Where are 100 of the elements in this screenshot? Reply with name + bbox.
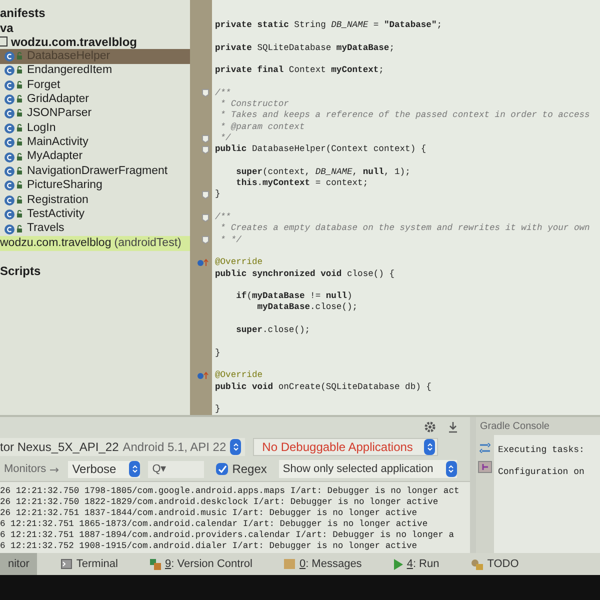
tree-item[interactable]: va (0, 20, 190, 35)
code-line: private SQLiteDatabase myDataBase; (215, 42, 396, 54)
code-line: * Creates a empty database on the system and rewrites it with your own (219, 223, 591, 235)
tree-item[interactable]: GridAdapter (0, 92, 190, 107)
code-line: } (215, 189, 222, 201)
class-icon (4, 94, 24, 106)
pin-arrow-icon (50, 466, 60, 472)
run-icon (394, 558, 403, 570)
code-line: this.myContext = context; (235, 178, 370, 190)
log-line: 26 12:21:32.750 1822-1829/com.android.deskclock I/art: Debugger is no longer active (0, 497, 440, 508)
log-line: 6 12:21:32.752 1908-1915/com.android.dialer I/art: Debugger is no longer active (0, 541, 418, 552)
tool-window-tab[interactable]: TODO (463, 553, 527, 575)
class-icon (4, 152, 24, 163)
tool-window-tab[interactable]: 4: Run (386, 553, 448, 575)
log-line: 26 12:21:32.751 1837-1844/com.android.music I/art: Debugger is no longer active (0, 508, 418, 519)
console-line: Executing tasks: (498, 444, 586, 457)
code-line: myDataBase.close(); (256, 302, 359, 314)
tool-window-tab[interactable]: 9: Version Control (142, 553, 260, 575)
class-icon (4, 122, 24, 134)
device-select[interactable]: tor Nexus_5X_API_22 Android 5.1, API 22 (0, 438, 246, 456)
tree-item[interactable]: JSONParser (0, 106, 190, 122)
code-line: private static String DB_NAME = "Database"; (215, 20, 444, 32)
terminal-icon (61, 559, 72, 569)
console-icon[interactable] (478, 461, 492, 473)
code-line: * */ (219, 234, 242, 246)
code-line: */ (219, 132, 232, 144)
class-icon (4, 50, 24, 62)
log-line: 6 12:21:32.751 1865-1873/com.android.calendar I/art: Debugger is no longer active (0, 519, 429, 530)
console-line: Configuration on (498, 466, 586, 479)
code-line: super.close(); (235, 324, 312, 336)
code-line: * Constructor (219, 99, 290, 110)
app-select[interactable]: No Debuggable Applications (253, 438, 438, 456)
class-icon (4, 224, 24, 235)
log-line: 6 12:21:32.751 1887-1894/com.android.providers.calendar I/art: Debugger is no longer a (0, 530, 455, 541)
gear-icon[interactable] (424, 421, 436, 433)
download-icon[interactable] (448, 421, 458, 433)
stepper-icon (446, 461, 457, 477)
class-icon (4, 209, 24, 220)
messages-icon (284, 559, 296, 569)
tree-item[interactable]: MainActivity (0, 136, 190, 150)
code-line: private final Context myContext; (215, 64, 385, 76)
folder-icon (0, 36, 8, 48)
code-line: /** (215, 86, 232, 100)
code-line: if(myDataBase != null) (235, 290, 354, 302)
fold-marker-icon[interactable] (202, 214, 209, 222)
fold-marker-icon[interactable] (202, 134, 209, 142)
stepper-icon (129, 461, 140, 477)
tool-window-tab[interactable]: nitor (0, 553, 38, 575)
code-line: /** (215, 211, 232, 224)
checkbox[interactable] (216, 463, 228, 475)
code-line: @Override (215, 256, 264, 269)
tasks-icon[interactable] (479, 443, 491, 453)
class-icon (4, 108, 24, 120)
class-icon (4, 194, 24, 206)
fold-marker-icon[interactable] (202, 89, 209, 98)
tree-item[interactable]: MyAdapter (0, 150, 190, 164)
code-line: * @param context (219, 122, 306, 133)
class-icon (4, 180, 24, 192)
stepper-icon (230, 439, 242, 455)
panel-title: Gradle Console (476, 417, 600, 435)
log-level-select[interactable]: Verbose (68, 460, 140, 478)
tree-item[interactable]: wodzu.com.travelblog (androidTest) (0, 236, 190, 251)
tree-item[interactable]: Travels (0, 222, 190, 236)
class-icon (4, 137, 24, 148)
tree-item[interactable]: PictureSharing (0, 178, 190, 194)
tree-item[interactable]: anifests (0, 6, 190, 20)
todo-icon (471, 558, 484, 570)
code-line: * Takes and keeps a reference of the passed context in order to access (219, 110, 591, 122)
tool-window-tab[interactable]: 0: Messages (276, 553, 370, 575)
regex-label: Regex (232, 461, 267, 478)
class-icon (4, 166, 24, 177)
tree-item[interactable]: wodzu.com.travelblog (0, 34, 190, 50)
monitors-tab[interactable]: Monitors (0, 460, 60, 478)
tree-item[interactable]: Forget (0, 78, 190, 92)
tree-item[interactable]: LogIn (0, 121, 190, 136)
fold-marker-icon[interactable] (202, 190, 209, 199)
tool-window-tab[interactable]: Terminal (53, 553, 126, 575)
tree-item[interactable]: Registration (0, 193, 190, 208)
code-line: } (215, 346, 222, 359)
code-line: public synchronized void close() { (215, 268, 396, 280)
tree-item[interactable]: NavigationDrawerFragment (0, 164, 190, 179)
code-line: super(context, DB_NAME, null, 1); (235, 166, 412, 178)
fold-marker-icon[interactable] (202, 146, 209, 154)
class-icon (4, 80, 24, 91)
override-marker-icon[interactable] (197, 258, 209, 268)
code-line: public DatabaseHelper(Context context) { (215, 144, 428, 156)
filter-select[interactable]: Show only selected application (278, 460, 457, 478)
code-line: public void onCreate(SQLiteDatabase db) { (215, 382, 432, 393)
code-line: } (215, 403, 222, 416)
tree-item[interactable]: TestActivity (0, 207, 190, 222)
code-line: @Override (215, 369, 264, 382)
log-line: 26 12:21:32.750 1798-1805/com.google.android.apps.maps I/art: Debugger is no longer act (0, 486, 460, 497)
tree-item[interactable]: EndangeredItem (0, 64, 190, 78)
vcs-icon (150, 558, 161, 570)
tree-item[interactable]: Scripts (0, 264, 190, 278)
fold-marker-icon[interactable] (202, 236, 209, 244)
class-icon (4, 65, 24, 76)
stepper-icon (424, 439, 436, 455)
override-marker-icon[interactable] (197, 371, 209, 380)
search-field[interactable]: Q▾ (148, 460, 204, 478)
